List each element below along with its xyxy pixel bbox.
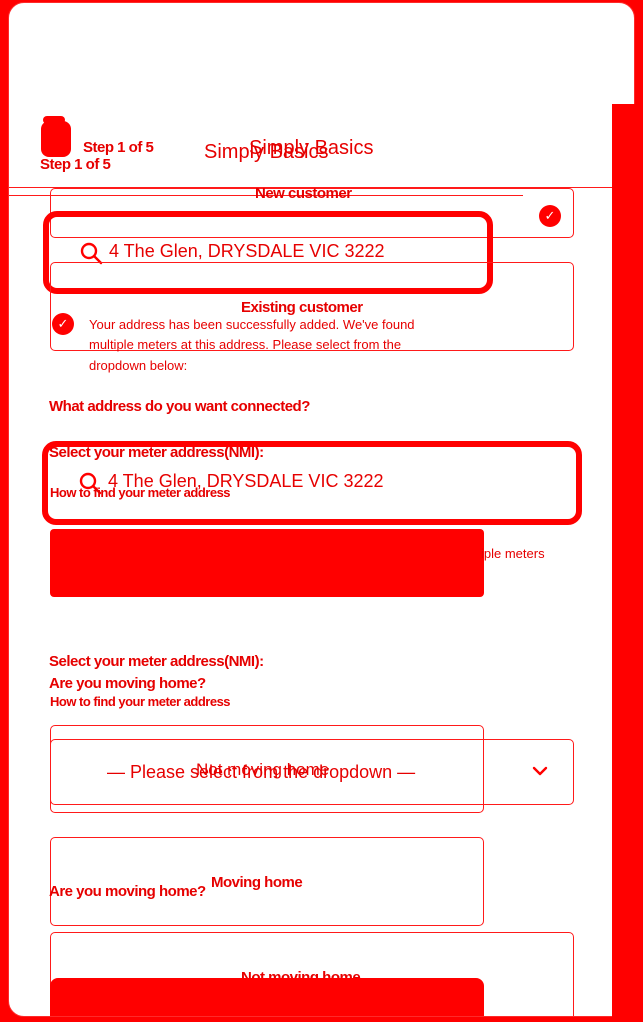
logo-icon (41, 121, 71, 157)
success-line-1: Your address has been successfully added… (89, 317, 415, 332)
moving-home-label: Moving home (211, 874, 303, 891)
search-icon (79, 241, 103, 265)
step-label: Step 1 of 5 (83, 139, 154, 156)
connection-address-field[interactable]: 4 The Glen, DRYSDALE VIC 3222 (42, 441, 582, 525)
chevron-down-icon (531, 764, 549, 783)
check-icon: ✓ (539, 205, 561, 227)
step-label-ghost: Step 1 of 5 (40, 156, 111, 173)
dropdown-placeholder: — Please select from the dropdown — (107, 762, 416, 782)
continue-button[interactable] (50, 978, 484, 1016)
multiple-meters-text: iple meters (481, 546, 545, 561)
side-edge (612, 104, 635, 1017)
form-card: Step 1 of 5 Step 1 of 5 Simply Basics Si… (8, 2, 635, 1017)
new-customer-label: New customer (255, 185, 352, 202)
how-to-find-link[interactable]: How to find your meter address (50, 485, 231, 500)
moving-home-option[interactable]: Moving home (50, 837, 484, 926)
success-check-icon: ✓ (52, 313, 74, 335)
moving-question: Are you moving home? (49, 883, 206, 900)
moving-question-ghost: Are you moving home? (49, 675, 206, 692)
brand-title-ghost: Simply Basics (204, 141, 329, 163)
existing-customer-label: Existing customer (241, 299, 363, 316)
logo-dot (43, 116, 65, 124)
meter-how-to-find-link[interactable]: How to find your meter address (50, 694, 231, 709)
meter-address-dropdown[interactable]: Not moving home — Please select from the… (50, 739, 574, 805)
meter-select-label: Select your meter address(NMI): (49, 653, 264, 670)
success-line-2: multiple meters at this address. Please … (89, 337, 402, 352)
success-line-3: dropdown below: (89, 358, 188, 373)
connection-question: What address do you want connected? (49, 398, 310, 415)
address-search-value: 4 The Glen, DRYSDALE VIC 3222 (109, 241, 385, 261)
meter-results-panel (50, 529, 484, 597)
